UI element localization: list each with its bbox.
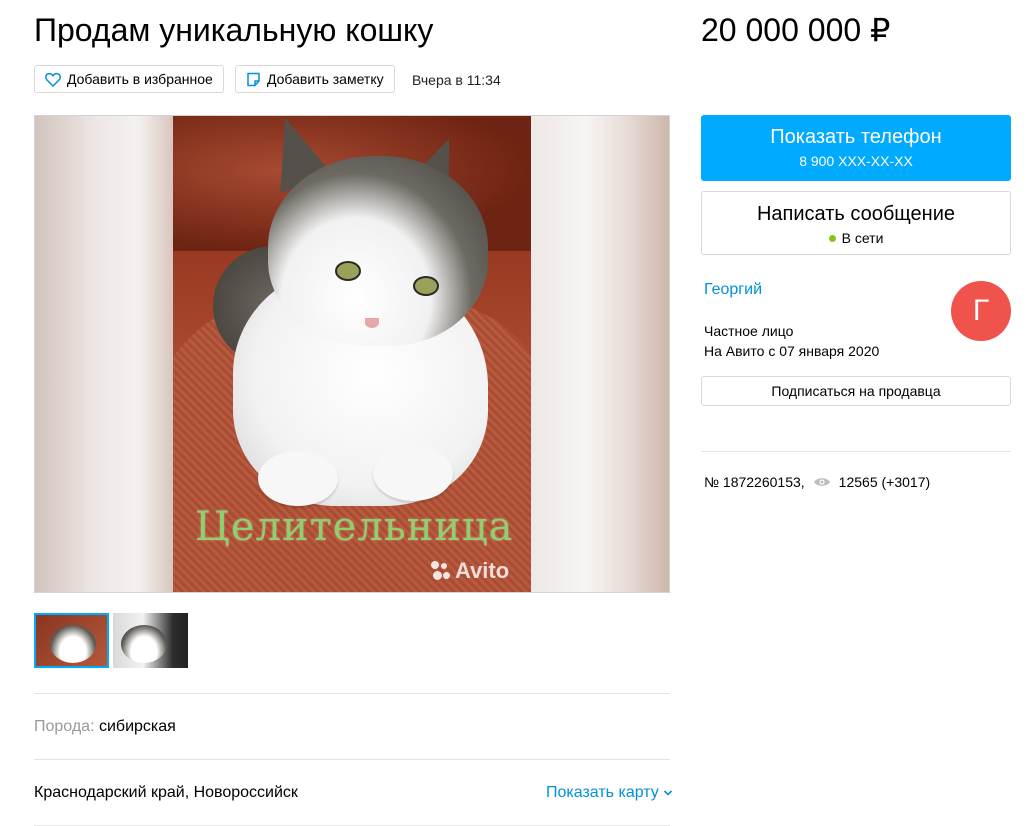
write-message-label: Написать сообщение bbox=[756, 203, 955, 225]
heart-icon bbox=[45, 72, 61, 87]
param-breed-key: Порода: bbox=[34, 718, 95, 735]
add-favorite-label: Добавить в избранное bbox=[67, 71, 213, 87]
add-favorite-button[interactable]: Добавить в избранное bbox=[34, 65, 224, 93]
note-icon bbox=[246, 72, 261, 87]
seller-type: Частное лицо bbox=[704, 323, 794, 339]
gallery-blur-left bbox=[35, 116, 173, 592]
chevron-down-icon bbox=[663, 784, 673, 802]
views-count: 12565 (+3017) bbox=[838, 474, 931, 490]
online-indicator bbox=[828, 234, 836, 242]
thumbnail-cat bbox=[50, 625, 96, 663]
avito-logo-icon bbox=[431, 561, 451, 581]
add-note-label: Добавить заметку bbox=[267, 71, 384, 87]
masked-phone: 8 900 XXX-XX-XX bbox=[799, 153, 913, 169]
listing-meta: № 1872260153, 12565 (+3017) bbox=[704, 474, 930, 490]
page-title: Продам уникальную кошку bbox=[34, 12, 434, 48]
seller-since: На Авито с 07 января 2020 bbox=[704, 343, 880, 359]
main-photo[interactable]: Целительница Avito bbox=[173, 116, 531, 592]
param-breed-value: сибирская bbox=[98, 718, 176, 735]
cat-eye-left bbox=[335, 261, 361, 281]
param-breed: Порода: сибирская bbox=[34, 718, 176, 736]
avatar-letter: Г bbox=[972, 294, 990, 327]
eye-icon bbox=[813, 476, 831, 488]
listing-number: № 1872260153, bbox=[704, 474, 805, 490]
subscribe-seller-label: Подписаться на продавца bbox=[771, 383, 941, 399]
show-map-link[interactable]: Показать карту bbox=[546, 784, 673, 802]
cat-paw-left bbox=[258, 451, 338, 506]
thumbnail-cat bbox=[121, 625, 167, 663]
write-message-button[interactable]: Написать сообщение В сети bbox=[701, 191, 1011, 255]
seller-avatar[interactable]: Г bbox=[951, 281, 1011, 341]
divider bbox=[701, 451, 1011, 452]
add-note-button[interactable]: Добавить заметку bbox=[235, 65, 395, 93]
show-map-label: Показать карту bbox=[546, 784, 659, 802]
cat-eye-right bbox=[413, 276, 439, 296]
photo-caption: Целительница bbox=[195, 504, 514, 550]
show-phone-label: Показать телефон bbox=[770, 126, 942, 148]
publish-date: Вчера в 11:34 bbox=[412, 72, 501, 88]
avito-watermark-text: Avito bbox=[455, 558, 510, 583]
online-status: В сети bbox=[841, 230, 884, 246]
address: Краснодарский край, Новороссийск bbox=[34, 784, 298, 801]
show-phone-button[interactable]: Показать телефон 8 900 XXX-XX-XX bbox=[701, 115, 1011, 181]
avito-watermark: Avito bbox=[431, 558, 509, 584]
cat-nose bbox=[365, 318, 379, 328]
gallery-thumbnail-2[interactable] bbox=[113, 613, 188, 668]
cat-paw-right bbox=[373, 446, 453, 501]
seller-name-link[interactable]: Георгий bbox=[704, 281, 762, 299]
divider bbox=[34, 693, 670, 694]
divider bbox=[34, 759, 670, 760]
photo-gallery[interactable]: Целительница Avito bbox=[34, 115, 670, 593]
subscribe-seller-button[interactable]: Подписаться на продавца bbox=[701, 376, 1011, 406]
gallery-blur-right bbox=[531, 116, 669, 592]
gallery-thumbnail-1[interactable] bbox=[34, 613, 109, 668]
price: 20 000 000 ₽ bbox=[701, 12, 891, 48]
